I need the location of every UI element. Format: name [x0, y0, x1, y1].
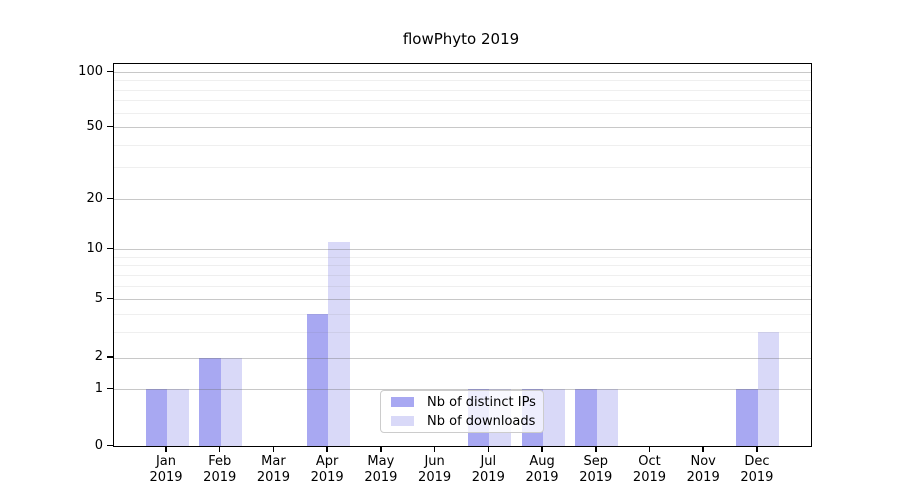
bar-distinct-ips: [736, 389, 758, 446]
x-tick-label: Jan2019: [136, 454, 196, 486]
x-tick-label-month: Jan: [136, 454, 196, 470]
legend: Nb of distinct IPs Nb of downloads: [380, 390, 544, 433]
x-tick-label-year: 2019: [190, 470, 250, 486]
bar-distinct-ips: [307, 314, 329, 446]
chart-title: flowPhyto 2019: [403, 30, 519, 48]
x-tick-label: Apr2019: [297, 454, 357, 486]
x-tick-label-year: 2019: [405, 470, 465, 486]
y-axis-tick: [107, 445, 113, 447]
x-tick-label-month: Aug: [512, 454, 572, 470]
y-axis-tick: [107, 198, 113, 200]
x-tick-label-month: Nov: [673, 454, 733, 470]
x-tick-label-month: Dec: [727, 454, 787, 470]
legend-item: Nb of distinct IPs: [389, 395, 535, 410]
y-axis-tick: [107, 71, 113, 73]
x-axis-tick: [273, 447, 275, 452]
x-axis-tick: [649, 447, 651, 452]
x-tick-label-month: Jul: [458, 454, 518, 470]
x-tick-label-month: Apr: [297, 454, 357, 470]
y-tick-label: 5: [59, 292, 103, 305]
x-axis-tick: [434, 447, 436, 452]
bar-distinct-ips: [575, 389, 597, 446]
x-axis-tick: [326, 447, 328, 452]
y-tick-label: 2: [59, 350, 103, 363]
y-axis-tick: [107, 248, 113, 250]
x-axis-tick: [756, 447, 758, 452]
y-tick-label: 50: [59, 120, 103, 133]
x-axis-tick: [488, 447, 490, 452]
x-tick-label: Dec2019: [727, 454, 787, 486]
y-axis-tick: [107, 356, 113, 358]
x-tick-label-year: 2019: [512, 470, 572, 486]
x-tick-label-year: 2019: [243, 470, 303, 486]
x-tick-label-year: 2019: [727, 470, 787, 486]
x-tick-label: Aug2019: [512, 454, 572, 486]
x-tick-label-year: 2019: [136, 470, 196, 486]
y-axis-tick: [107, 298, 113, 300]
x-tick-label-year: 2019: [351, 470, 411, 486]
x-tick-label: Nov2019: [673, 454, 733, 486]
y-tick-label: 100: [59, 65, 103, 78]
legend-swatch-downloads: [391, 416, 414, 426]
x-tick-label-month: Oct: [619, 454, 679, 470]
legend-label: Nb of downloads: [427, 414, 535, 429]
x-tick-label: Mar2019: [243, 454, 303, 486]
bar-downloads: [543, 389, 565, 446]
x-axis-tick: [219, 447, 221, 452]
y-tick-label: 0: [59, 439, 103, 452]
legend-label: Nb of distinct IPs: [427, 395, 536, 410]
x-axis-tick: [165, 447, 167, 452]
bar-downloads: [758, 332, 780, 446]
legend-swatch-distinct-ips: [391, 397, 414, 407]
bar-downloads: [221, 358, 243, 446]
x-tick-label-month: Sep: [566, 454, 626, 470]
chart-figure: flowPhyto 2019 0125102050100Jan2019Feb20…: [0, 0, 900, 500]
x-tick-label-month: May: [351, 454, 411, 470]
y-axis-tick: [107, 388, 113, 390]
bar-distinct-ips: [146, 389, 168, 446]
x-tick-label: Jul2019: [458, 454, 518, 486]
y-tick-label: 20: [59, 192, 103, 205]
x-axis-tick: [380, 447, 382, 452]
x-axis-tick: [541, 447, 543, 452]
y-axis-tick: [107, 126, 113, 128]
x-axis-tick: [702, 447, 704, 452]
x-tick-label-year: 2019: [566, 470, 626, 486]
x-tick-label-year: 2019: [673, 470, 733, 486]
x-tick-label-year: 2019: [458, 470, 518, 486]
x-tick-label: Jun2019: [405, 454, 465, 486]
y-tick-label: 10: [59, 242, 103, 255]
x-tick-label-month: Mar: [243, 454, 303, 470]
x-tick-label-month: Jun: [405, 454, 465, 470]
y-tick-label: 1: [59, 382, 103, 395]
bars-layer: [114, 64, 811, 446]
x-tick-label-month: Feb: [190, 454, 250, 470]
bar-downloads: [597, 389, 619, 446]
x-tick-label-year: 2019: [619, 470, 679, 486]
bar-distinct-ips: [199, 358, 221, 446]
x-tick-label: Oct2019: [619, 454, 679, 486]
x-axis-tick: [595, 447, 597, 452]
x-tick-label: May2019: [351, 454, 411, 486]
legend-item: Nb of downloads: [389, 414, 535, 429]
x-tick-label: Sep2019: [566, 454, 626, 486]
x-tick-label: Feb2019: [190, 454, 250, 486]
bar-downloads: [328, 242, 350, 446]
bar-downloads: [167, 389, 189, 446]
x-tick-label-year: 2019: [297, 470, 357, 486]
